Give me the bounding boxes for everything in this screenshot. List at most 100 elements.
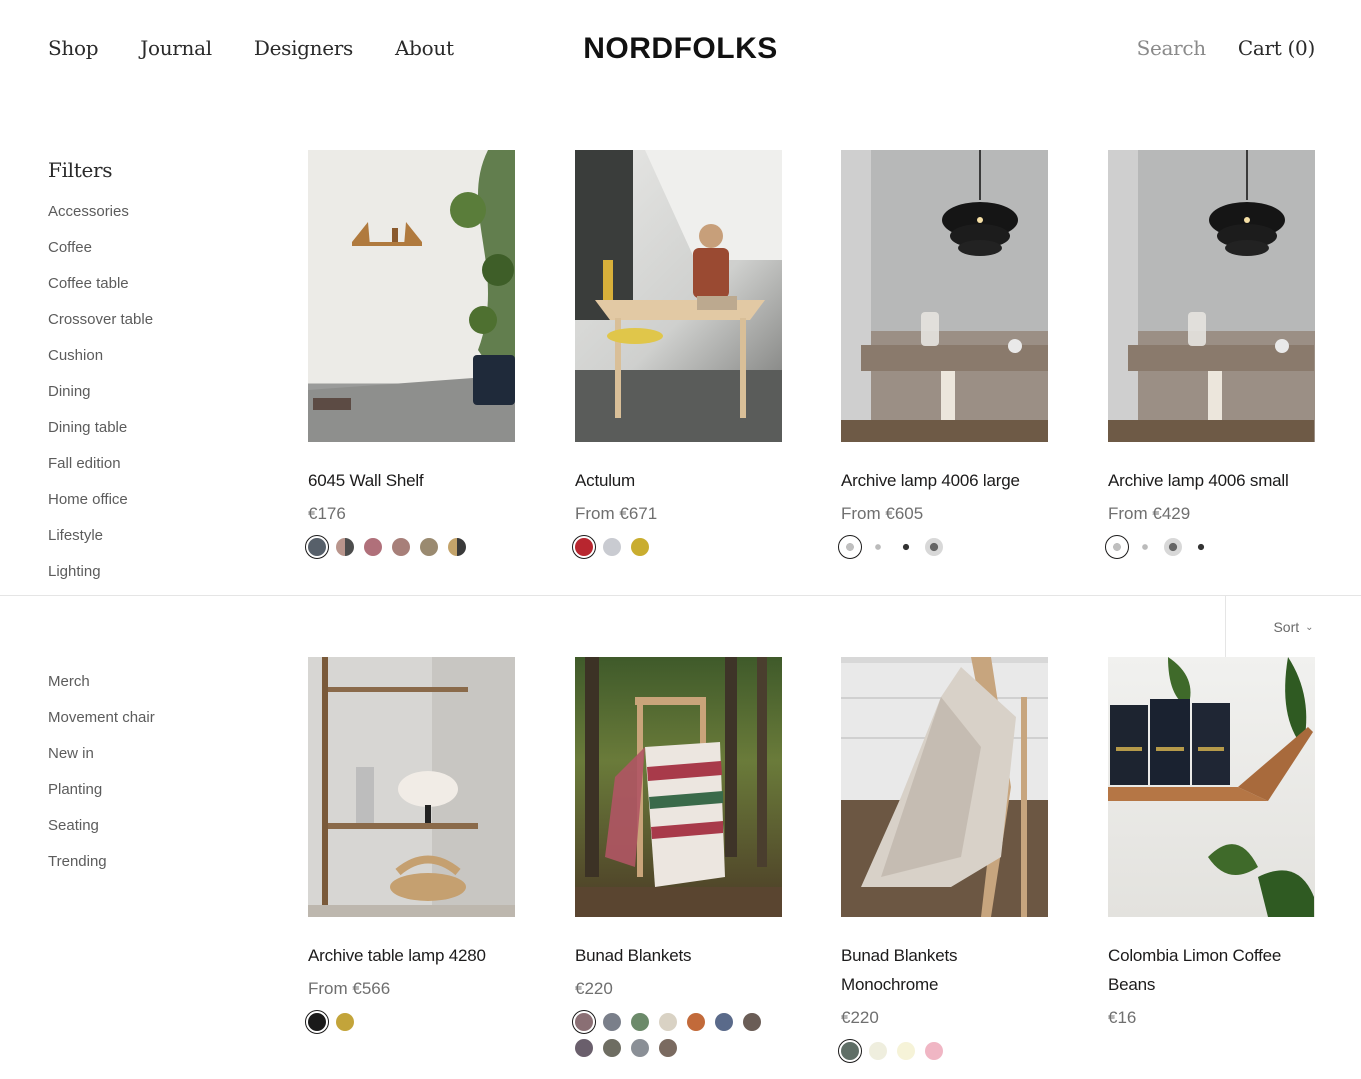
color-swatch[interactable]	[838, 535, 862, 559]
archive-table-lamp-photo	[308, 657, 515, 917]
product-card[interactable]: 6045 Wall Shelf €176	[305, 150, 515, 559]
filter-coffee-table[interactable]: Coffee table	[48, 274, 248, 310]
product-price: €220	[841, 1008, 879, 1027]
color-swatch[interactable]	[631, 538, 649, 556]
filter-cushion[interactable]: Cushion	[48, 346, 248, 382]
product-title[interactable]: Archive lamp 4006 small	[1108, 466, 1315, 495]
product-image[interactable]	[841, 150, 1048, 442]
color-swatch[interactable]	[575, 1039, 593, 1057]
color-swatch[interactable]	[687, 1013, 705, 1031]
filter-new-in[interactable]: New in	[48, 744, 248, 780]
color-swatch[interactable]	[603, 1039, 621, 1057]
color-swatch[interactable]	[603, 538, 621, 556]
color-swatch[interactable]	[305, 535, 329, 559]
color-swatch[interactable]	[897, 538, 915, 556]
product-image[interactable]	[308, 150, 515, 442]
product-title[interactable]: 6045 Wall Shelf	[308, 466, 515, 495]
product-card[interactable]: Actulum From €671	[572, 150, 782, 559]
color-swatch[interactable]	[897, 1042, 915, 1060]
filters-sidebar: Filters Accessories Coffee Coffee table …	[48, 158, 248, 598]
color-swatch[interactable]	[572, 1010, 596, 1034]
filter-movement-chair[interactable]: Movement chair	[48, 708, 248, 744]
product-image[interactable]	[841, 657, 1048, 917]
product-title[interactable]: Archive table lamp 4280	[308, 941, 515, 970]
color-swatch[interactable]	[1164, 538, 1182, 556]
color-swatch[interactable]	[715, 1013, 733, 1031]
product-price: €176	[308, 504, 346, 523]
filter-list-continued: Merch Movement chair New in Planting Sea…	[48, 672, 248, 888]
color-swatch[interactable]	[1136, 538, 1154, 556]
sort-button[interactable]: Sort ⌄	[1225, 596, 1361, 658]
product-image[interactable]	[575, 150, 782, 442]
product-card[interactable]: Colombia Limon Coffee Beans €16	[1108, 657, 1315, 1032]
cart-link[interactable]: Cart (0)	[1238, 36, 1315, 60]
product-card[interactable]: Bunad Blankets €220	[572, 657, 782, 1057]
color-swatch[interactable]	[743, 1013, 761, 1031]
filter-fall-edition[interactable]: Fall edition	[48, 454, 248, 490]
color-swatch[interactable]	[305, 1010, 329, 1034]
product-title[interactable]: Bunad Blankets	[575, 941, 782, 970]
archive-lamp-large-photo	[841, 150, 1048, 442]
product-image[interactable]	[575, 657, 782, 917]
filter-planting[interactable]: Planting	[48, 780, 248, 816]
product-title[interactable]: Archive lamp 4006 large	[841, 466, 1048, 495]
color-swatch[interactable]	[925, 1042, 943, 1060]
product-image[interactable]	[308, 657, 515, 917]
color-swatches	[305, 1010, 498, 1034]
color-swatch[interactable]	[869, 538, 887, 556]
color-swatches	[305, 535, 498, 559]
filters-title: Filters	[48, 158, 113, 182]
color-swatch[interactable]	[336, 538, 354, 556]
product-card[interactable]: Bunad Blankets Monochrome €220	[838, 657, 1048, 1063]
filter-seating[interactable]: Seating	[48, 816, 248, 852]
color-swatch[interactable]	[925, 538, 943, 556]
filter-trending[interactable]: Trending	[48, 852, 248, 888]
bunad-blanket-monochrome-photo	[841, 657, 1048, 917]
color-swatch[interactable]	[1105, 535, 1129, 559]
color-swatch[interactable]	[631, 1039, 649, 1057]
product-price: €16	[1108, 1008, 1137, 1027]
product-title[interactable]: Bunad Blankets Monochrome	[841, 941, 1048, 999]
color-swatches	[572, 535, 765, 559]
color-swatch[interactable]	[392, 538, 410, 556]
wall-shelf-photo	[308, 150, 515, 442]
color-swatch[interactable]	[1192, 538, 1210, 556]
product-price: From €566	[308, 979, 391, 998]
color-swatch[interactable]	[364, 538, 382, 556]
sort-bar: Sort ⌄	[0, 595, 1361, 658]
filter-coffee[interactable]: Coffee	[48, 238, 248, 274]
color-swatch[interactable]	[448, 538, 466, 556]
color-swatch[interactable]	[336, 1013, 354, 1031]
product-title[interactable]: Colombia Limon Coffee Beans	[1108, 941, 1315, 999]
color-swatch[interactable]	[631, 1013, 649, 1031]
filter-accessories[interactable]: Accessories	[48, 202, 248, 238]
product-card[interactable]: Archive table lamp 4280 From €566	[305, 657, 515, 1034]
filter-merch[interactable]: Merch	[48, 672, 248, 708]
filter-dining[interactable]: Dining	[48, 382, 248, 418]
product-card[interactable]: Archive lamp 4006 small From €429	[1105, 150, 1315, 559]
filter-home-office[interactable]: Home office	[48, 490, 248, 526]
filter-dining-table[interactable]: Dining table	[48, 418, 248, 454]
filter-lighting[interactable]: Lighting	[48, 562, 248, 598]
filter-crossover-table[interactable]: Crossover table	[48, 310, 248, 346]
filter-lifestyle[interactable]: Lifestyle	[48, 526, 248, 562]
color-swatch[interactable]	[869, 1042, 887, 1060]
product-image[interactable]	[1108, 150, 1315, 442]
product-image[interactable]	[1108, 657, 1315, 917]
product-card[interactable]: Archive lamp 4006 large From €605	[838, 150, 1048, 559]
color-swatch[interactable]	[659, 1039, 677, 1057]
color-swatches	[838, 1039, 1031, 1063]
coffee-beans-photo	[1108, 657, 1314, 917]
product-title[interactable]: Actulum	[575, 466, 782, 495]
color-swatch[interactable]	[420, 538, 438, 556]
actulum-photo	[575, 150, 782, 442]
archive-lamp-small-photo	[1108, 150, 1315, 442]
search-link[interactable]: Search	[1137, 36, 1207, 60]
color-swatch[interactable]	[838, 1039, 862, 1063]
site-header: Shop Journal Designers About NORDFOLKS S…	[0, 0, 1361, 104]
color-swatch[interactable]	[572, 535, 596, 559]
color-swatches	[1105, 535, 1298, 559]
filter-list: Accessories Coffee Coffee table Crossove…	[48, 202, 248, 598]
color-swatch[interactable]	[659, 1013, 677, 1031]
color-swatch[interactable]	[603, 1013, 621, 1031]
